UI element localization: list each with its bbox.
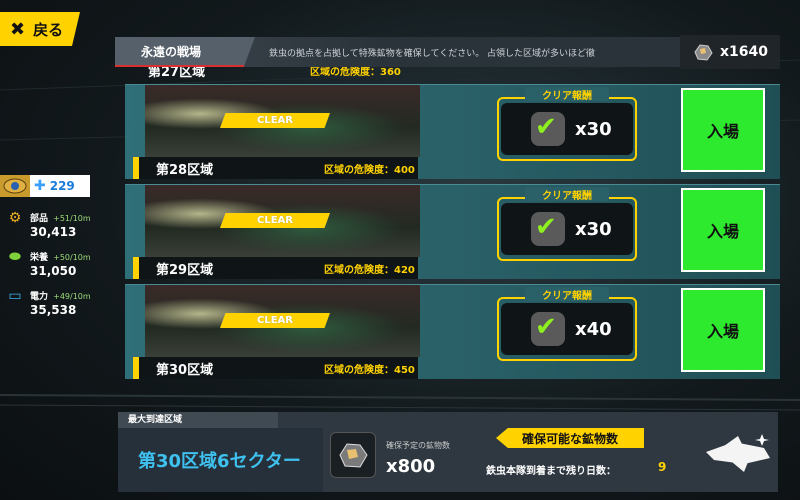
mineral-currency: x1640 <box>680 35 780 69</box>
clear-badge: CLEAR <box>220 313 330 328</box>
header-bar: 永遠の戦場 鉄虫の拠点を占拠して特殊鉱物を確保してください。 占領した区域が多い… <box>115 35 780 69</box>
resource-value: 35,538 <box>30 303 77 317</box>
reward-label: クリア報酬 <box>525 287 609 302</box>
clear-badge: CLEAR <box>220 113 330 128</box>
battery-icon: ▭ <box>8 288 22 304</box>
reward-label: クリア報酬 <box>525 87 609 102</box>
rank-icon <box>0 175 30 197</box>
gear-icon: ⚙ <box>8 210 22 226</box>
zone-item-partial: 第27区域 区域の危険度：360 <box>125 67 425 81</box>
mineral-icon: ✔ <box>531 112 565 146</box>
zone-name-bar: 第30区域 区域の危険度：450 <box>133 357 418 379</box>
resource-parts: ⚙ 部品 +51/10m 30,413 <box>6 206 106 239</box>
reward-label: クリア報酬 <box>525 187 609 202</box>
resource-rate: +51/10m <box>53 214 91 223</box>
max-zone-value: 第30区域6セクター <box>118 428 323 492</box>
reward-box: ✔ x40 <box>501 303 633 355</box>
days-remaining-label: 鉄虫本隊到着まで残り日数： <box>486 466 616 477</box>
enter-button[interactable]: 入場 <box>681 88 765 172</box>
zone-list[interactable]: 第27区域 区域の危険度：360 CLEAR 第28区域 区域の危険度：400 … <box>125 67 780 385</box>
resource-rate: +49/10m <box>53 292 91 301</box>
zone-item: CLEAR 第30区域 区域の危険度：450 クリア報酬 ✔ x40 入場 <box>125 284 780 379</box>
scheduled-minerals-value: x800 <box>386 456 436 477</box>
back-button[interactable]: ✖ 戻る <box>0 12 80 46</box>
header-description: 鉄虫の拠点を占拠して特殊鉱物を確保してください。 占領した区域が多いほど徹 <box>269 48 596 59</box>
resource-name: 部品 <box>30 214 49 224</box>
zone-name: 第29区域 <box>156 263 214 278</box>
resource-list: ⚙ 部品 +51/10m 30,413 ⬬ 栄養 +50/10m 31,050 … <box>6 206 106 323</box>
max-zone-label: 最大到達区域 <box>118 412 278 428</box>
resource-rate: +50/10m <box>53 253 91 262</box>
nutrition-icon: ⬬ <box>9 249 21 265</box>
reward-quantity: x30 <box>575 218 612 240</box>
mineral-icon: ✔ <box>531 312 565 346</box>
securable-minerals-banner: 確保可能な鉱物数 <box>496 428 644 448</box>
zone-name-bar: 第28区域 区域の危険度：400 <box>133 157 418 179</box>
reward-quantity: x30 <box>575 118 612 140</box>
resource-name: 栄養 <box>30 253 49 263</box>
zone-danger: 区域の危険度：360 <box>310 67 401 78</box>
zone-name-bar: 第29区域 区域の危険度：420 <box>133 257 418 279</box>
resource-value: 31,050 <box>30 264 77 278</box>
mineral-icon: ✔ <box>531 212 565 246</box>
currency-value: x1640 <box>720 44 768 60</box>
rank-badge: ✚ 229 <box>0 175 90 197</box>
resource-nutrition: ⬬ 栄養 +50/10m 31,050 <box>6 245 106 278</box>
reward-quantity: x40 <box>575 318 612 340</box>
zone-name: 第30区域 <box>156 363 214 378</box>
check-icon: ✔ <box>535 112 557 142</box>
enter-button[interactable]: 入場 <box>681 188 765 272</box>
back-label: 戻る <box>33 20 64 39</box>
zone-name: 第28区域 <box>156 163 214 178</box>
check-icon: ✔ <box>535 212 557 242</box>
zone-name: 第27区域 <box>148 67 206 80</box>
zone-item: CLEAR 第28区域 区域の危険度：400 クリア報酬 ✔ x30 入場 <box>125 84 780 179</box>
rank-value: 229 <box>49 179 75 193</box>
resource-power: ▭ 電力 +49/10m 35,538 <box>6 284 106 317</box>
ship-icon <box>706 434 770 472</box>
mineral-icon <box>694 44 713 61</box>
resource-name: 電力 <box>30 292 49 302</box>
check-icon: ✔ <box>535 312 557 342</box>
zone-item: CLEAR 第29区域 区域の危険度：420 クリア報酬 ✔ x30 入場 <box>125 184 780 279</box>
zone-danger: 区域の危険度：400 <box>324 165 415 176</box>
bottom-panel: 最大到達区域 第30区域6セクター 確保予定の鉱物数 x800 確保可能な鉱物数… <box>118 412 778 492</box>
mineral-icon <box>330 432 376 478</box>
scheduled-minerals-label: 確保予定の鉱物数 <box>386 441 450 450</box>
close-icon: ✖ <box>10 18 26 40</box>
clear-badge: CLEAR <box>220 213 330 228</box>
days-remaining-value: 9 <box>658 460 667 474</box>
page-title: 永遠の戦場 <box>115 37 255 67</box>
reward-box: ✔ x30 <box>501 203 633 255</box>
zone-danger: 区域の危険度：450 <box>324 365 415 376</box>
reward-box: ✔ x30 <box>501 103 633 155</box>
enter-button[interactable]: 入場 <box>681 288 765 372</box>
zone-danger: 区域の危険度：420 <box>324 265 415 276</box>
resource-value: 30,413 <box>30 225 77 239</box>
plus-icon: ✚ <box>34 178 46 194</box>
